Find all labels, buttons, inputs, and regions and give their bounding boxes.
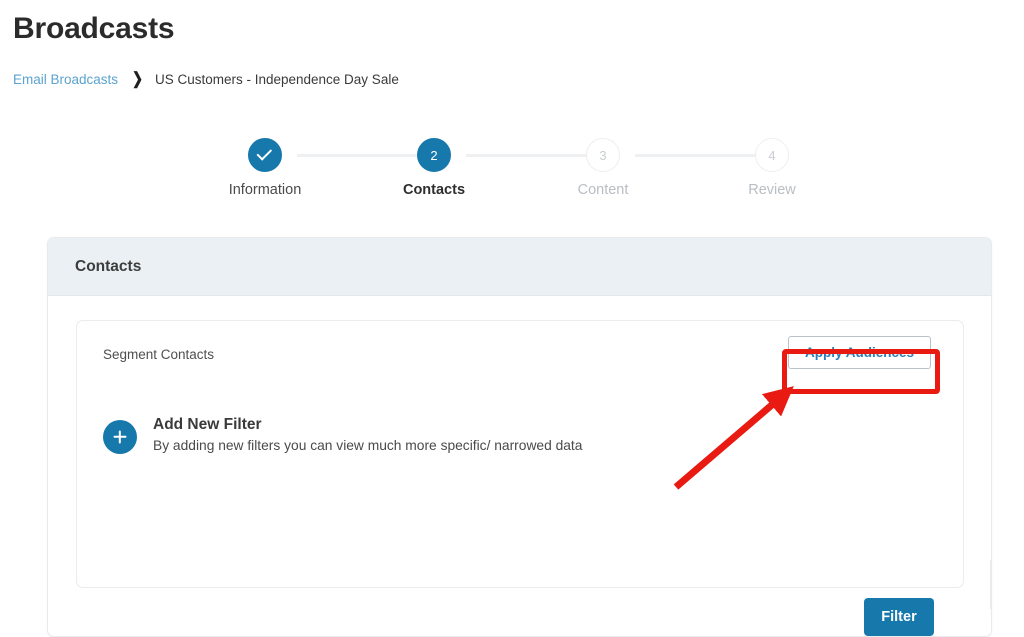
step-label-information: Information	[228, 182, 302, 198]
step-number-4: 4	[768, 147, 776, 163]
step-circle-1	[248, 138, 282, 172]
chevron-right-icon: ❯	[132, 69, 143, 88]
stepper-step-content[interactable]: 3 Content	[538, 138, 668, 199]
add-new-filter-text: Add New Filter By adding new filters you…	[153, 415, 582, 455]
filter-button[interactable]: Filter	[864, 598, 934, 636]
breadcrumb-link-email-broadcasts[interactable]: Email Broadcasts	[13, 72, 118, 87]
stepper-step-review[interactable]: 4 Review	[707, 138, 837, 199]
step-label-review: Review	[748, 182, 796, 198]
step-label-content: Content	[577, 182, 629, 198]
page-title: Broadcasts	[13, 12, 175, 45]
add-new-filter-title: Add New Filter	[153, 416, 262, 433]
plus-icon[interactable]	[103, 420, 137, 454]
add-new-filter-row[interactable]: Add New Filter By adding new filters you…	[103, 415, 582, 455]
page-right-border	[990, 560, 991, 609]
step-circle-2: 2	[417, 138, 451, 172]
segment-contacts-label: Segment Contacts	[103, 347, 215, 362]
breadcrumb-current-page: US Customers - Independence Day Sale	[154, 71, 399, 87]
step-number-3: 3	[599, 147, 607, 163]
contacts-card-title: Contacts	[75, 257, 142, 275]
stepper-step-information[interactable]: Information	[200, 138, 330, 199]
breadcrumb: Email Broadcasts ❯ US Customers - Indepe…	[13, 69, 399, 88]
step-circle-4: 4	[755, 138, 789, 172]
step-label-contacts: Contacts	[402, 182, 466, 198]
contacts-card-header: Contacts	[48, 238, 991, 296]
add-new-filter-description: By adding new filters you can view much …	[153, 438, 583, 454]
step-number-2: 2	[430, 147, 438, 163]
segment-contacts-panel: Segment Contacts Apply Audiences Add New…	[76, 320, 964, 636]
stepper-step-contacts[interactable]: 2 Contacts	[369, 138, 499, 199]
step-circle-3: 3	[586, 138, 620, 172]
check-icon	[256, 145, 273, 161]
contacts-card: Contacts Segment Contacts Apply Audience…	[47, 237, 992, 637]
wizard-stepper: Information 2 Contacts 3 Content 4 Revie…	[215, 138, 807, 200]
apply-audiences-button[interactable]: Apply Audiences	[788, 336, 931, 369]
